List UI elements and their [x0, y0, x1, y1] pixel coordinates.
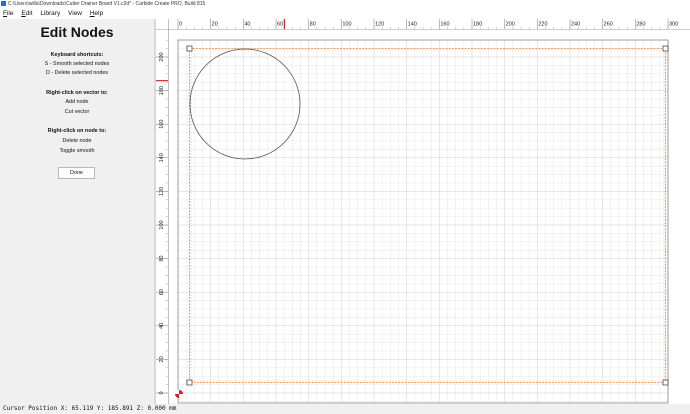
grid — [177, 39, 669, 403]
vector-add-node: Add node — [65, 99, 89, 105]
x-ruler-label: 260 — [604, 22, 613, 28]
menu-library[interactable]: Library — [37, 9, 63, 19]
origin-icon — [175, 390, 183, 398]
shortcut-smooth: S - Smooth selected nodes — [44, 61, 110, 67]
node-handle[interactable] — [662, 379, 669, 386]
x-ruler-label: 180 — [473, 22, 482, 28]
vector-rightclick-heading: Right-click on vector to: — [46, 90, 108, 96]
node-handle[interactable] — [186, 45, 193, 52]
window-title-bar: C:\Users\willa\Downloads\Cutter Drainer … — [0, 0, 690, 9]
node-rightclick-heading: Right-click on node to: — [47, 128, 107, 134]
x-ruler-label: 280 — [636, 22, 645, 28]
menu-file[interactable]: File — [0, 9, 17, 19]
design-canvas[interactable]: 0 20 40 60 80 100 120 140 160 180 200 220 240 260 280 3… — [156, 19, 690, 404]
x-ruler-label: 60 — [277, 22, 283, 28]
keyboard-shortcuts-heading: Keyboard shortcuts: — [50, 52, 104, 58]
node-handle[interactable] — [662, 45, 669, 52]
menu-edit[interactable]: Edit — [18, 9, 35, 19]
shortcut-delete: D - Delete selected nodes — [45, 70, 109, 76]
x-ruler-label: 300 — [669, 22, 678, 28]
vector-cut: Cut vector — [64, 109, 90, 115]
node-handle[interactable] — [186, 379, 193, 386]
x-ruler-label: 160 — [440, 22, 449, 28]
x-ruler-label: 40 — [244, 22, 250, 28]
x-ruler-label: 220 — [538, 22, 547, 28]
node-toggle-smooth: Toggle smooth — [59, 148, 95, 154]
vertical-ruler — [156, 19, 168, 404]
cursor-position-readout: Cursor Position X: 65.119 Y: 185.891 Z: … — [3, 405, 177, 412]
status-bar: Cursor Position X: 65.119 Y: 185.891 Z: … — [0, 404, 690, 414]
window-title: C:\Users\willa\Downloads\Cutter Drainer … — [8, 1, 206, 7]
x-ruler-label: 120 — [375, 22, 384, 28]
x-ruler-label: 200 — [506, 22, 515, 28]
canvas-svg[interactable]: 0 20 40 60 80 100 120 140 160 180 200 220 240 260 280 3… — [156, 19, 690, 404]
done-button[interactable]: Done — [58, 167, 95, 179]
x-ruler-label: 80 — [310, 22, 316, 28]
menu-bar: File Edit Library View Help — [0, 9, 690, 19]
x-ruler-label: 20 — [212, 22, 218, 28]
x-ruler-label: 100 — [342, 22, 351, 28]
edit-nodes-panel: Edit Nodes Keyboard shortcuts: S - Smoot… — [0, 19, 154, 404]
node-delete: Delete node — [62, 138, 92, 144]
x-ruler-label: 240 — [571, 22, 580, 28]
app-icon — [1, 1, 6, 7]
x-ruler-label: 0 — [179, 22, 182, 28]
menu-view[interactable]: View — [65, 9, 85, 19]
x-ruler-label: 140 — [408, 22, 417, 28]
menu-help[interactable]: Help — [87, 9, 106, 19]
panel-title: Edit Nodes — [40, 24, 114, 40]
